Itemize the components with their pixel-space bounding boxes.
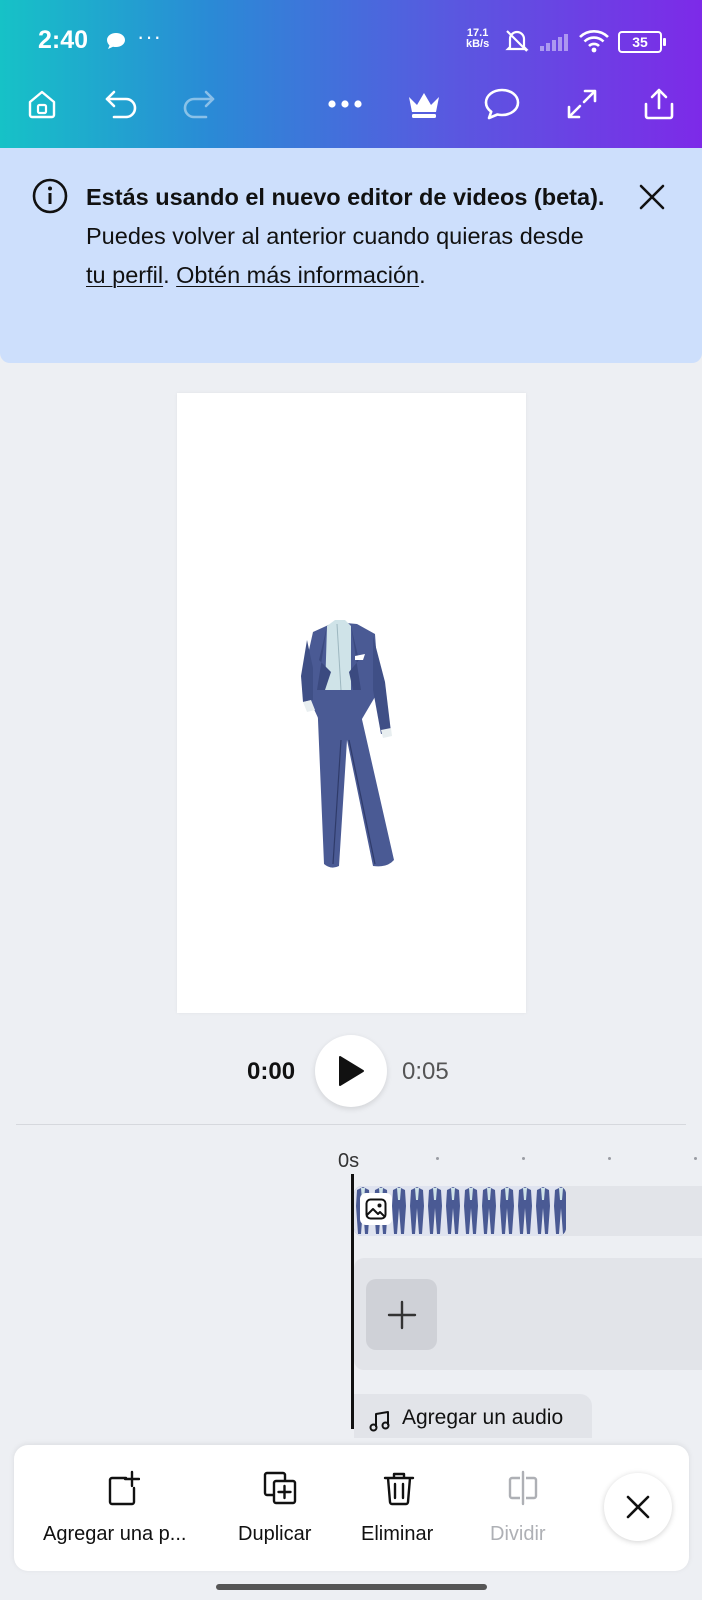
premium-button[interactable] <box>404 84 444 124</box>
more-icon <box>328 100 362 108</box>
redo-button[interactable] <box>178 84 218 124</box>
banner-message: Estás usando el nuevo editor de videos (… <box>86 178 606 295</box>
share-icon <box>644 88 674 120</box>
close-icon <box>626 1495 650 1519</box>
timeline-tick <box>694 1157 697 1160</box>
status-more-indicator: ··· <box>137 24 162 49</box>
clip-image-badge <box>360 1193 392 1225</box>
play-icon <box>339 1056 364 1086</box>
redo-icon <box>183 90 215 119</box>
image-icon <box>365 1198 387 1220</box>
undo-icon <box>105 90 137 119</box>
plus-icon <box>387 1300 416 1329</box>
split-icon <box>508 1470 538 1506</box>
top-bar <box>0 0 702 148</box>
wifi-icon <box>579 30 609 53</box>
banner-text-1: Puedes volver al anterior cuando quieras… <box>86 223 584 249</box>
banner-bold-text: Estás usando el nuevo editor de videos (… <box>86 184 605 210</box>
add-page-button[interactable]: Agregar una p... <box>43 1523 186 1546</box>
more-options-button[interactable] <box>325 84 365 124</box>
add-page-icon[interactable] <box>104 1470 140 1506</box>
banner-close-button[interactable] <box>632 177 672 217</box>
close-icon <box>639 184 665 210</box>
home-button[interactable] <box>22 84 62 124</box>
comment-icon <box>484 88 520 120</box>
comment-button[interactable] <box>482 84 522 124</box>
status-time: 2:40 <box>38 26 89 54</box>
playhead[interactable] <box>351 1174 354 1429</box>
network-speed-unit: kB/s <box>466 38 490 50</box>
home-indicator <box>216 1584 487 1590</box>
timeline-clip[interactable] <box>354 1186 566 1236</box>
expand-icon <box>567 89 597 119</box>
duplicate-button[interactable]: Duplicar <box>238 1523 311 1546</box>
profile-link[interactable]: tu perfil <box>86 262 163 288</box>
share-button[interactable] <box>639 84 679 124</box>
add-audio-label[interactable]: Agregar un audio <box>402 1406 563 1430</box>
current-time: 0:00 <box>247 1058 296 1085</box>
battery-indicator: 35 <box>618 31 666 53</box>
close-toolbar-button[interactable] <box>604 1473 672 1541</box>
delete-button[interactable]: Eliminar <box>361 1523 433 1546</box>
info-icon <box>32 178 68 214</box>
banner-text-2: . <box>163 262 177 288</box>
timeline-divider <box>16 1124 686 1125</box>
home-icon <box>28 90 56 119</box>
signal-icon <box>540 34 568 51</box>
banner-text-end: . <box>419 262 426 288</box>
timeline-start-label: 0s <box>338 1150 360 1172</box>
fullscreen-button[interactable] <box>562 84 602 124</box>
crown-icon <box>409 93 439 118</box>
play-button[interactable] <box>315 1035 387 1107</box>
undo-button[interactable] <box>102 84 142 124</box>
network-speed: 17.1 kB/s <box>466 28 489 50</box>
design-canvas[interactable] <box>177 393 526 1013</box>
suit-illustration[interactable] <box>299 620 399 876</box>
timeline-tick <box>522 1157 525 1160</box>
music-note-icon <box>369 1411 390 1432</box>
add-page-timeline-button[interactable] <box>366 1279 437 1350</box>
split-button: Dividir <box>490 1523 546 1545</box>
total-duration: 0:05 <box>402 1058 449 1085</box>
timeline-tick <box>436 1157 439 1160</box>
more-info-link[interactable]: Obtén más información <box>176 262 419 288</box>
chat-notification-icon <box>107 33 125 49</box>
mute-icon <box>505 30 529 52</box>
trash-icon[interactable] <box>382 1470 416 1506</box>
timeline-tick <box>608 1157 611 1160</box>
bottom-toolbar <box>14 1445 689 1571</box>
beta-editor-banner: Estás usando el nuevo editor de videos (… <box>0 148 702 363</box>
duplicate-icon[interactable] <box>262 1470 298 1506</box>
